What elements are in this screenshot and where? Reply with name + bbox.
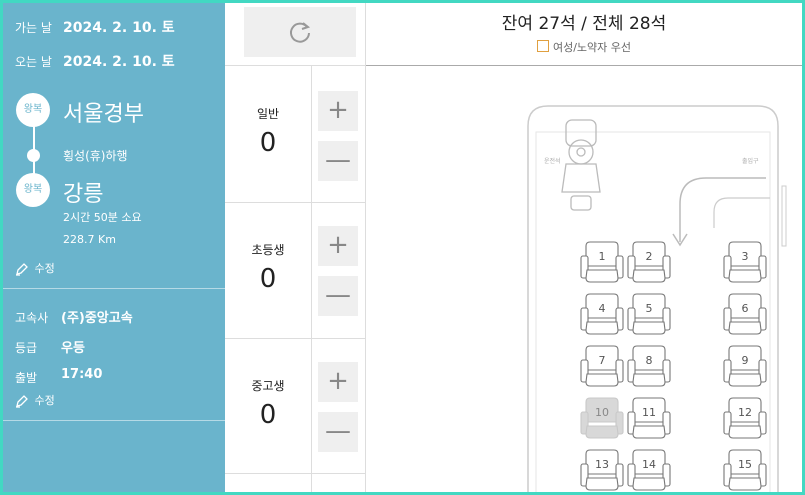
depart-date-label: 가는 날 xyxy=(15,21,52,35)
pencil-icon xyxy=(16,263,28,276)
panel-column-divider xyxy=(311,66,312,492)
depart-time: 17:40 xyxy=(61,367,103,382)
adult-plus-button[interactable]: + xyxy=(318,91,358,131)
depart-time-row: 출발 17:40 xyxy=(15,367,102,386)
passenger-type-label: 일반 xyxy=(256,107,280,121)
seat-8[interactable]: 8 xyxy=(627,345,671,387)
seat-5[interactable]: 5 xyxy=(627,293,671,335)
return-date-label: 오는 날 xyxy=(15,55,52,69)
passenger-type-student: 중고생 0 xyxy=(225,377,311,430)
driver-side-label: 운전석 xyxy=(544,157,561,165)
schedule-edit-label: 수정 xyxy=(34,394,55,407)
row-divider xyxy=(225,202,365,203)
return-date: 2024. 2. 10. 토 xyxy=(63,54,175,70)
seat-15[interactable]: 15 xyxy=(723,449,767,491)
trip-duration: 2시간 50분 소요 xyxy=(63,211,142,224)
company-row: 고속사 (주)중앙고속 xyxy=(15,309,133,326)
company-label: 고속사 xyxy=(15,311,49,325)
door-label: 출입구 xyxy=(742,157,759,165)
seat-number: 6 xyxy=(742,302,749,315)
student-minus-button[interactable]: — xyxy=(318,412,358,452)
bus-seat-map: 운전석 출입구 1 2 34 5 67 8 910 11 1213 14 15 xyxy=(527,105,787,492)
seat-number: 9 xyxy=(742,354,749,367)
passenger-count: 0 xyxy=(259,128,277,158)
route-edit-button[interactable]: 수정 xyxy=(15,260,55,276)
seat-2[interactable]: 2 xyxy=(627,241,671,283)
entrance-step xyxy=(713,197,770,228)
seat-number: 11 xyxy=(642,406,656,419)
trip-distance: 228.7 Km xyxy=(63,233,116,246)
bus-grade: 우등 xyxy=(61,341,85,356)
priority-seat-legend-icon xyxy=(536,40,549,52)
destination-terminal: 강릉 xyxy=(63,182,104,207)
depart-time-label: 출발 xyxy=(15,371,38,385)
passenger-type-adult: 일반 0 xyxy=(225,105,311,158)
seat-12[interactable]: 12 xyxy=(723,397,767,439)
seat-number: 2 xyxy=(646,250,653,263)
pencil-icon xyxy=(16,395,28,408)
sidebar-divider xyxy=(3,420,225,421)
app-frame: 가는 날 2024. 2. 10. 토 오는 날 2024. 2. 10. 토 … xyxy=(3,3,802,492)
grade-label: 등급 xyxy=(15,341,38,355)
student-plus-button[interactable]: + xyxy=(318,362,358,402)
origin-terminal: 서울경부 xyxy=(63,102,144,127)
seat-number: 15 xyxy=(738,458,752,471)
seat-13[interactable]: 13 xyxy=(580,449,624,491)
passenger-type-label: 초등생 xyxy=(251,243,285,257)
door-arrow-icon xyxy=(672,177,766,247)
depart-date-row: 가는 날 2024. 2. 10. 토 xyxy=(15,19,175,36)
child-minus-button[interactable]: — xyxy=(318,276,358,316)
passenger-type-child: 초등생 0 xyxy=(225,241,311,294)
driver-seat xyxy=(561,119,601,211)
reset-button[interactable] xyxy=(244,7,356,57)
via-dot xyxy=(27,149,40,162)
seat-14[interactable]: 14 xyxy=(627,449,671,491)
seat-3[interactable]: 3 xyxy=(723,241,767,283)
grade-row: 등급 우등 xyxy=(15,339,85,356)
passenger-count: 0 xyxy=(259,264,277,294)
seat-1[interactable]: 1 xyxy=(580,241,624,283)
seat-number: 8 xyxy=(646,354,653,367)
row-divider xyxy=(225,338,365,339)
sidebar-divider xyxy=(3,288,225,289)
seat-number: 13 xyxy=(595,458,609,471)
adult-minus-button[interactable]: — xyxy=(318,141,358,181)
seat-number: 7 xyxy=(599,354,606,367)
seat-number: 10 xyxy=(595,406,609,419)
seat-10: 10 xyxy=(580,397,624,439)
seat-grid: 1 2 34 5 67 8 910 11 1213 14 15 xyxy=(580,241,767,491)
passenger-count: 0 xyxy=(259,400,277,430)
panel-divider xyxy=(225,65,365,66)
seat-11[interactable]: 11 xyxy=(627,397,671,439)
seat-number: 12 xyxy=(738,406,752,419)
schedule-edit-button[interactable]: 수정 xyxy=(15,392,55,408)
child-plus-button[interactable]: + xyxy=(318,226,358,266)
seat-legend: 여성/노약자 우선 xyxy=(366,39,802,55)
trip-summary-sidebar: 가는 날 2024. 2. 10. 토 오는 날 2024. 2. 10. 토 … xyxy=(3,3,225,492)
passenger-type-label: 중고생 xyxy=(251,379,285,393)
depart-date: 2024. 2. 10. 토 xyxy=(63,20,175,36)
side-mirror xyxy=(781,185,787,247)
priority-seat-legend-label: 여성/노약자 우선 xyxy=(552,41,632,54)
seat-number: 5 xyxy=(646,302,653,315)
seat-number: 4 xyxy=(599,302,606,315)
seat-selection-area: 잔여 27석 / 전체 28석 여성/노약자 우선 운전석 출입구 1 2 3 … xyxy=(366,3,802,492)
seat-number: 3 xyxy=(742,250,749,263)
seat-4[interactable]: 4 xyxy=(580,293,624,335)
refresh-icon xyxy=(290,22,311,43)
row-divider xyxy=(225,473,365,474)
bus-company: (주)중앙고속 xyxy=(61,311,133,326)
seat-9[interactable]: 9 xyxy=(723,345,767,387)
remaining-seats: 잔여 27석 / 전체 28석 xyxy=(501,14,667,34)
seat-6[interactable]: 6 xyxy=(723,293,767,335)
seat-number: 14 xyxy=(642,458,656,471)
return-date-row: 오는 날 2024. 2. 10. 토 xyxy=(15,53,175,70)
via-stop: 횡성(휴)하행 xyxy=(63,149,128,163)
seat-number: 1 xyxy=(599,250,606,263)
route-edit-label: 수정 xyxy=(34,262,55,275)
origin-badge: 왕복 xyxy=(16,93,50,127)
passenger-count-panel: 일반 0 + — 초등생 0 + — 중고생 0 + — xyxy=(225,3,366,492)
destination-badge: 왕복 xyxy=(16,173,50,207)
seat-7[interactable]: 7 xyxy=(580,345,624,387)
